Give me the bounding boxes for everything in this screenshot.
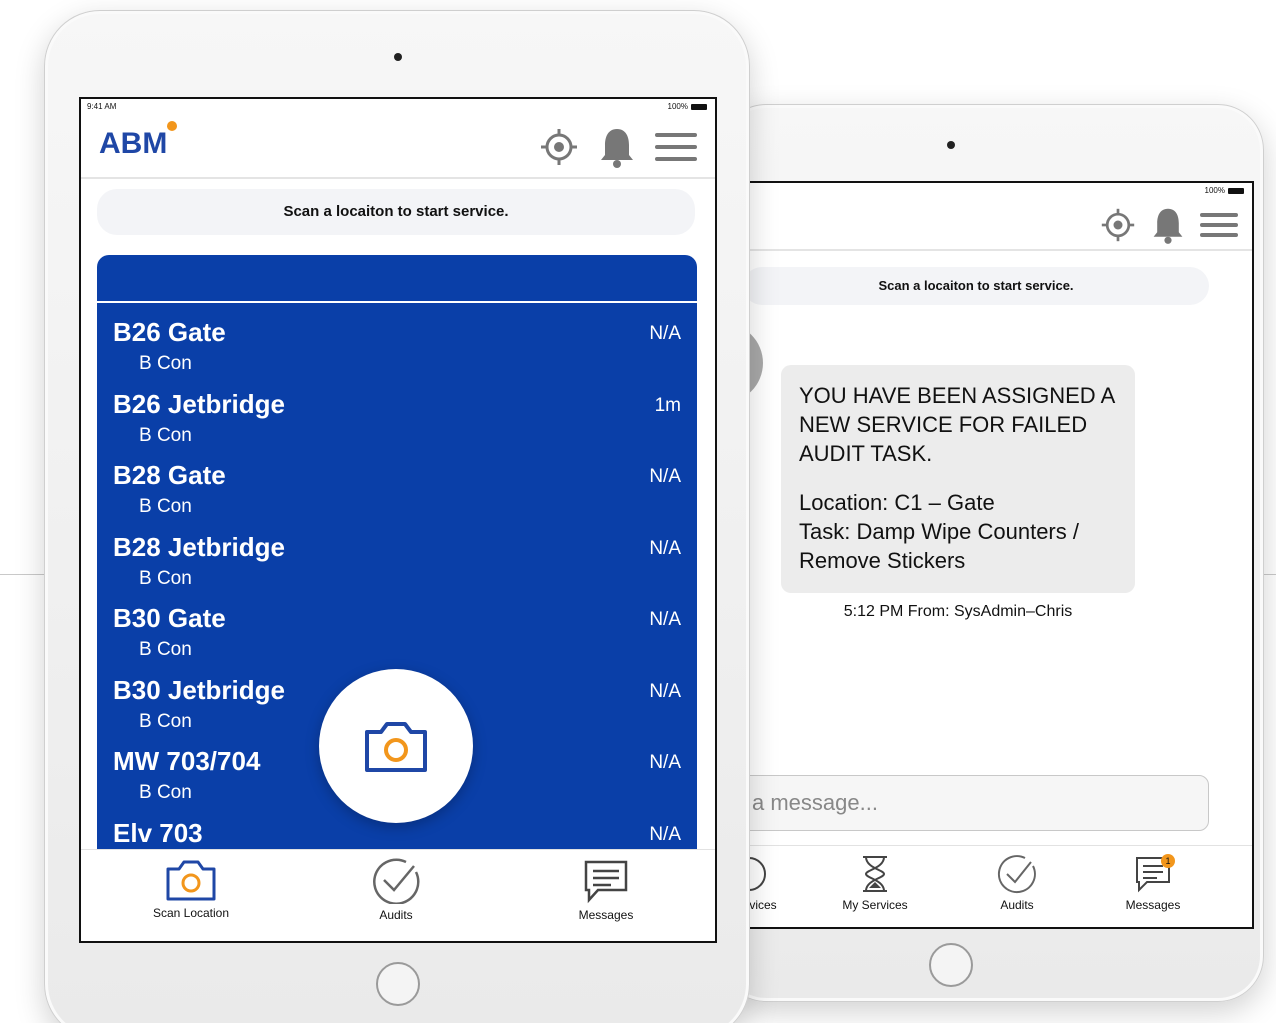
front-tabbar: Scan Location Audits Messages: [81, 849, 715, 941]
messages-icon: [584, 860, 628, 904]
battery-percent: 100%: [667, 102, 688, 111]
location-value: N/A: [649, 323, 681, 344]
location-sub: B Con: [139, 639, 192, 660]
message-heading: YOU HAVE BEEN ASSIGNED A NEW SERVICE FOR…: [799, 383, 1115, 466]
tab-scan-label: Scan Location: [152, 906, 230, 920]
abm-logo: ABM: [99, 121, 177, 161]
camera-icon: [365, 722, 427, 772]
location-value: 1m: [654, 394, 681, 416]
scan-banner: Scan a locaiton to start service.: [743, 267, 1209, 305]
menu-icon[interactable]: [1200, 209, 1238, 241]
location-sub: B Con: [139, 353, 192, 374]
location-target-icon[interactable]: [539, 127, 579, 167]
message-task: Task: Damp Wipe Counters / Remove Sticke…: [799, 519, 1079, 573]
battery-percent: 100%: [1204, 186, 1225, 195]
tab-audits[interactable]: Audits: [351, 858, 441, 922]
location-value: N/A: [649, 609, 681, 630]
bell-icon[interactable]: [597, 125, 637, 169]
menu-icon[interactable]: [655, 129, 697, 165]
message-bubble: YOU HAVE BEEN ASSIGNED A NEW SERVICE FOR…: [781, 365, 1135, 593]
tab-audits[interactable]: Audits: [977, 854, 1057, 912]
battery-icon: [1228, 187, 1244, 194]
location-name: B30 Jetbridge: [113, 674, 285, 705]
location-value: N/A: [649, 823, 681, 845]
back-tablet: 100% ​ Scan a locaiton to start service.: [720, 104, 1264, 1002]
tab-messages[interactable]: Messages: [561, 858, 651, 922]
home-button[interactable]: [929, 943, 973, 987]
battery-indicator: 100%: [668, 102, 707, 111]
messages-badge: 1: [1161, 854, 1175, 868]
location-sub: B Con: [139, 424, 192, 446]
list-header: [97, 255, 697, 303]
audit-check-icon: [997, 855, 1036, 894]
scan-camera-button[interactable]: [319, 669, 473, 823]
audit-check-icon: [373, 858, 420, 904]
list-item[interactable]: B26 Jetbridge B Con 1m: [97, 375, 697, 447]
tab-scan-location[interactable]: Scan Location: [141, 858, 241, 920]
app-header: ​: [743, 197, 1252, 251]
front-screen: 9:41 AM 100% ABM Scan a locaiton to star…: [79, 97, 717, 943]
location-value: N/A: [649, 466, 681, 487]
location-name: MW 703/704: [113, 746, 261, 776]
home-button[interactable]: [376, 962, 420, 1006]
tab-messages[interactable]: 1 Messages: [1113, 854, 1193, 912]
app-header: ABM: [81, 113, 715, 179]
location-name: B26 Jetbridge: [113, 388, 285, 419]
hourglass-icon: [863, 856, 887, 892]
status-bar: 9:41 AM 100%: [81, 99, 715, 113]
stage: 100% ​ Scan a locaiton to start service.: [0, 0, 1276, 1023]
tab-messages-label: Messages: [1125, 898, 1181, 912]
bell-icon[interactable]: [1150, 205, 1186, 245]
message-location: Location: C1 – Gate: [799, 490, 995, 515]
location-value: N/A: [649, 680, 681, 702]
status-bar: 100%: [743, 183, 1252, 197]
location-value: N/A: [649, 752, 681, 773]
location-sub: B Con: [139, 496, 192, 517]
scan-banner: Scan a locaiton to start service.: [97, 189, 695, 235]
location-name: B26 Gate: [113, 317, 226, 347]
message-meta: 5:12 PM From: SysAdmin–Chris: [843, 603, 1073, 620]
tab-services-label: vices: [749, 898, 777, 912]
location-name: Elv 703: [113, 817, 203, 848]
back-screen: 100% ​ Scan a locaiton to start service.: [741, 181, 1254, 929]
battery-indicator: 100%: [1205, 186, 1244, 195]
location-value: N/A: [649, 537, 681, 559]
scan-camera-icon: [166, 860, 216, 901]
location-name: B28 Gate: [113, 460, 226, 490]
location-name: B30 Gate: [113, 603, 226, 633]
message-input[interactable]: a message...: [743, 775, 1209, 831]
logo-dot: [167, 121, 177, 131]
location-name: B28 Jetbridge: [113, 531, 285, 562]
tab-messages-label: Messages: [578, 908, 634, 922]
header-actions: [539, 125, 697, 169]
tab-my-services-label: My Services: [842, 898, 908, 912]
battery-icon: [691, 103, 707, 110]
tab-audits-label: Audits: [1000, 898, 1034, 912]
front-camera: [947, 141, 955, 149]
status-time: 9:41 AM: [87, 102, 117, 111]
back-tabbar: vices My Services Audits 1 Messages: [743, 845, 1252, 927]
front-tablet: 9:41 AM 100% ABM Scan a locaiton to star…: [44, 10, 750, 1023]
list-item[interactable]: B26 Gate B Con N/A: [97, 303, 697, 375]
header-actions: [1100, 205, 1238, 245]
list-item[interactable]: B28 Gate B Con N/A: [97, 446, 697, 518]
location-sub: B Con: [139, 782, 192, 803]
tab-services[interactable]: vices: [743, 854, 803, 912]
list-item[interactable]: B30 Gate B Con N/A: [97, 589, 697, 661]
list-item[interactable]: B28 Jetbridge B Con N/A: [97, 518, 697, 590]
location-sub: B Con: [139, 567, 192, 589]
front-camera: [394, 53, 402, 61]
tab-my-services[interactable]: My Services: [835, 854, 915, 912]
tab-audits-label: Audits: [379, 908, 413, 922]
location-sub: B Con: [139, 710, 192, 732]
location-target-icon[interactable]: [1100, 207, 1136, 243]
logo-text: ABM: [99, 127, 168, 160]
